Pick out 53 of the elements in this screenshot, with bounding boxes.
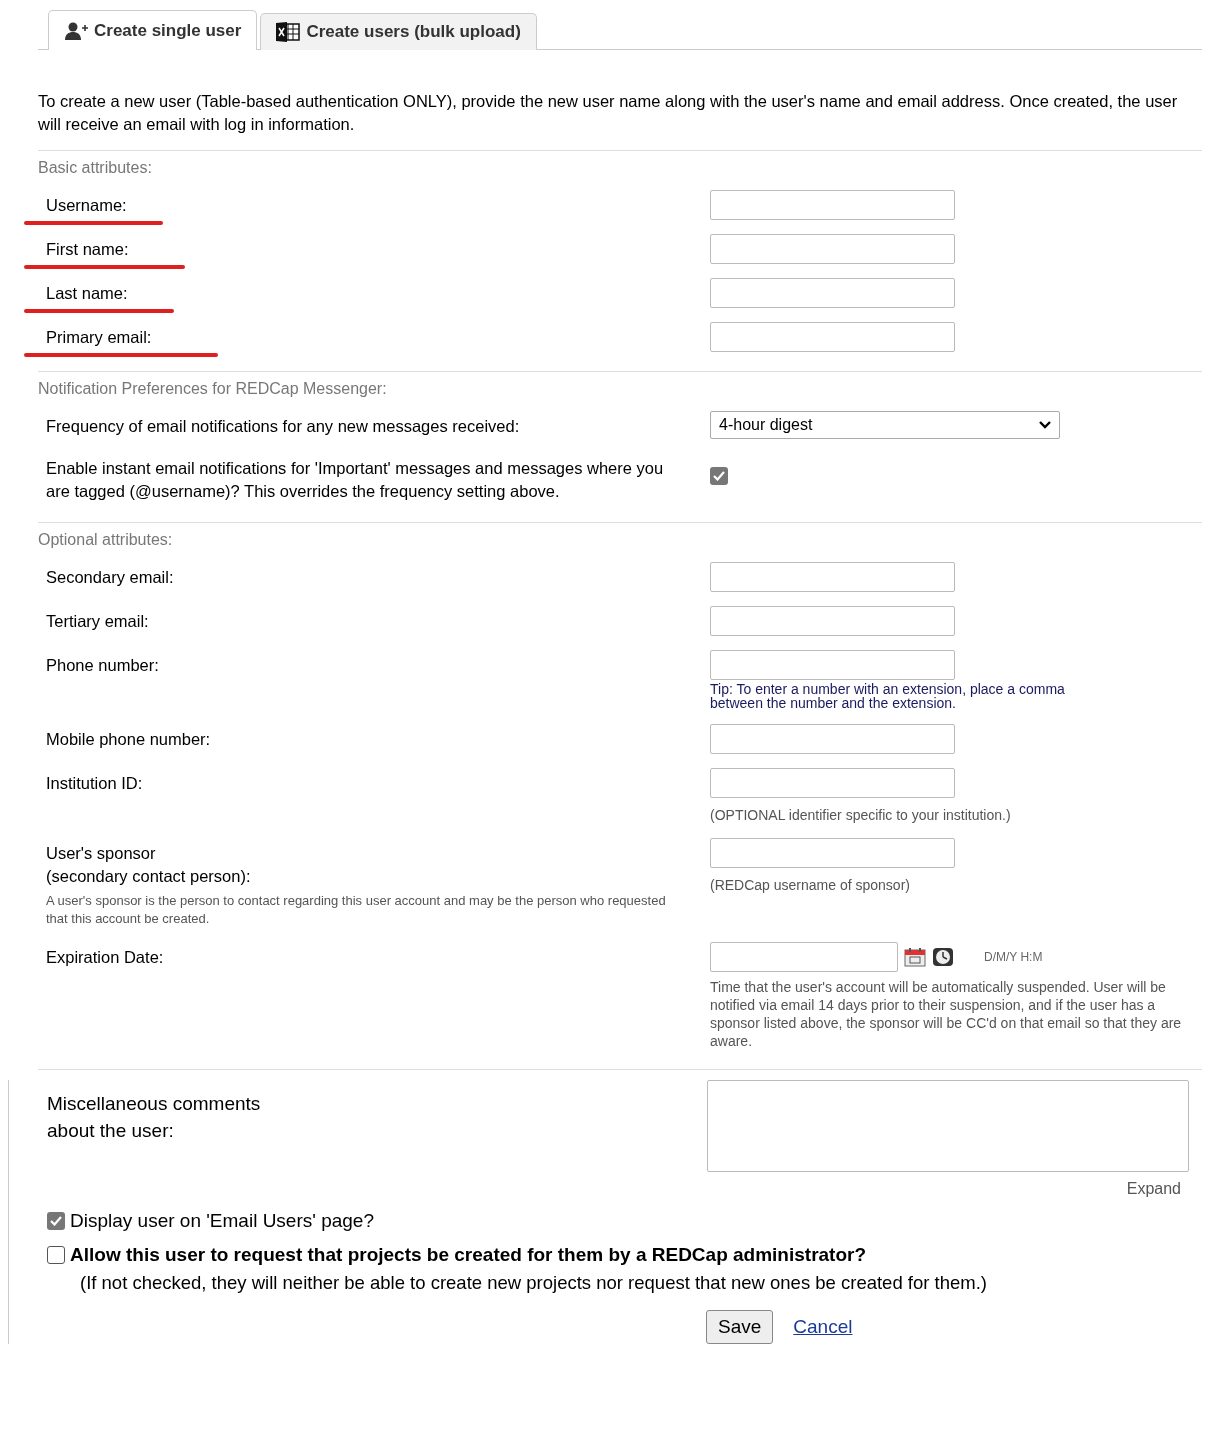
input-field[interactable] (710, 838, 955, 868)
chevron-down-icon (1039, 421, 1051, 429)
field-label: Phone number: (46, 656, 159, 674)
date-format: D/M/Y H:M (984, 950, 1043, 964)
field-label: Secondary email: (46, 568, 174, 586)
field-label: First name: (46, 240, 129, 258)
input-field[interactable] (710, 278, 955, 308)
tab[interactable]: Create users (bulk upload) (260, 13, 537, 50)
field-hint: (OPTIONAL identifier specific to your institution.) (710, 806, 1012, 824)
input-field[interactable] (710, 562, 955, 592)
checkbox[interactable] (47, 1246, 65, 1264)
checkbox[interactable] (710, 467, 728, 485)
tab[interactable]: Create single user (48, 10, 258, 50)
field-label: Institution ID: (46, 774, 143, 792)
cancel-link[interactable]: Cancel (793, 1316, 853, 1338)
field-label: Enable instant email notifications for 'Important' messages and messages where you are tagged (@username)? This overrides the frequency setting above. (46, 459, 664, 500)
intro-text: To create a new user (Table-based authentication ONLY), provide the new user name along with the user's name and email address. Once created, the user will receive an email with log in information. (38, 50, 1202, 151)
input-field[interactable] (710, 190, 955, 220)
comments-field[interactable] (707, 1080, 1189, 1172)
section-heading: Optional attributes: (38, 530, 174, 550)
field-label: Miscellaneous comments about the user: (47, 1092, 262, 1143)
frequency-dropdown[interactable]: 4-hour digest (710, 411, 1060, 439)
field-description: A user's sponsor is the person to contact regarding this user account and may be the person who requested that this account be created. (45, 892, 667, 928)
section-heading: Notification Preferences for REDCap Messenger: (38, 379, 388, 399)
input-field[interactable] (710, 650, 955, 680)
input-field[interactable] (710, 606, 955, 636)
option-note: (If not checked, they will neither be able to create new projects nor request that new ones be created for them.) (80, 1272, 988, 1294)
add-user-icon (64, 21, 88, 40)
field-label: Frequency of email notifications for any new messages received: (46, 417, 520, 435)
calendar-icon[interactable] (904, 947, 926, 967)
option-label: Display user on 'Email Users' page? (70, 1210, 374, 1232)
field-label: User's sponsor (secondary contact person): (46, 844, 251, 885)
field-label: Mobile phone number: (46, 730, 211, 748)
input-field[interactable] (710, 768, 955, 798)
date-field[interactable] (710, 942, 898, 972)
field-label: Primary email: (46, 328, 152, 346)
save-button[interactable]: Save (706, 1310, 774, 1344)
input-field[interactable] (710, 234, 955, 264)
expand-link[interactable]: Expand (1126, 1180, 1181, 1198)
field-label: Username: (46, 196, 127, 214)
phone-tip: Tip: To enter a number with an extension, place a comma between the number and the extension. (710, 682, 1066, 710)
spreadsheet-icon (276, 22, 301, 42)
field-label: Expiration Date: (46, 948, 164, 966)
expiration-hint: Time that the user's account will be automatically suspended. User will be notified via email 14 days prior to their suspension, and if the user has a sponsor listed above, the sponsor will be CC'd on that email so that they are aware. (710, 978, 1183, 1050)
input-field[interactable] (710, 724, 955, 754)
input-field[interactable] (710, 322, 955, 352)
field-label: Tertiary email: (46, 612, 149, 630)
checkbox[interactable] (47, 1212, 65, 1230)
field-label: Last name: (46, 284, 128, 302)
option-label: Allow this user to request that projects be created for them by a REDCap administrator? (70, 1244, 867, 1266)
field-hint: (REDCap username of sponsor) (710, 876, 911, 894)
clock-icon[interactable] (932, 947, 954, 967)
section-heading: Basic attributes: (38, 158, 153, 178)
